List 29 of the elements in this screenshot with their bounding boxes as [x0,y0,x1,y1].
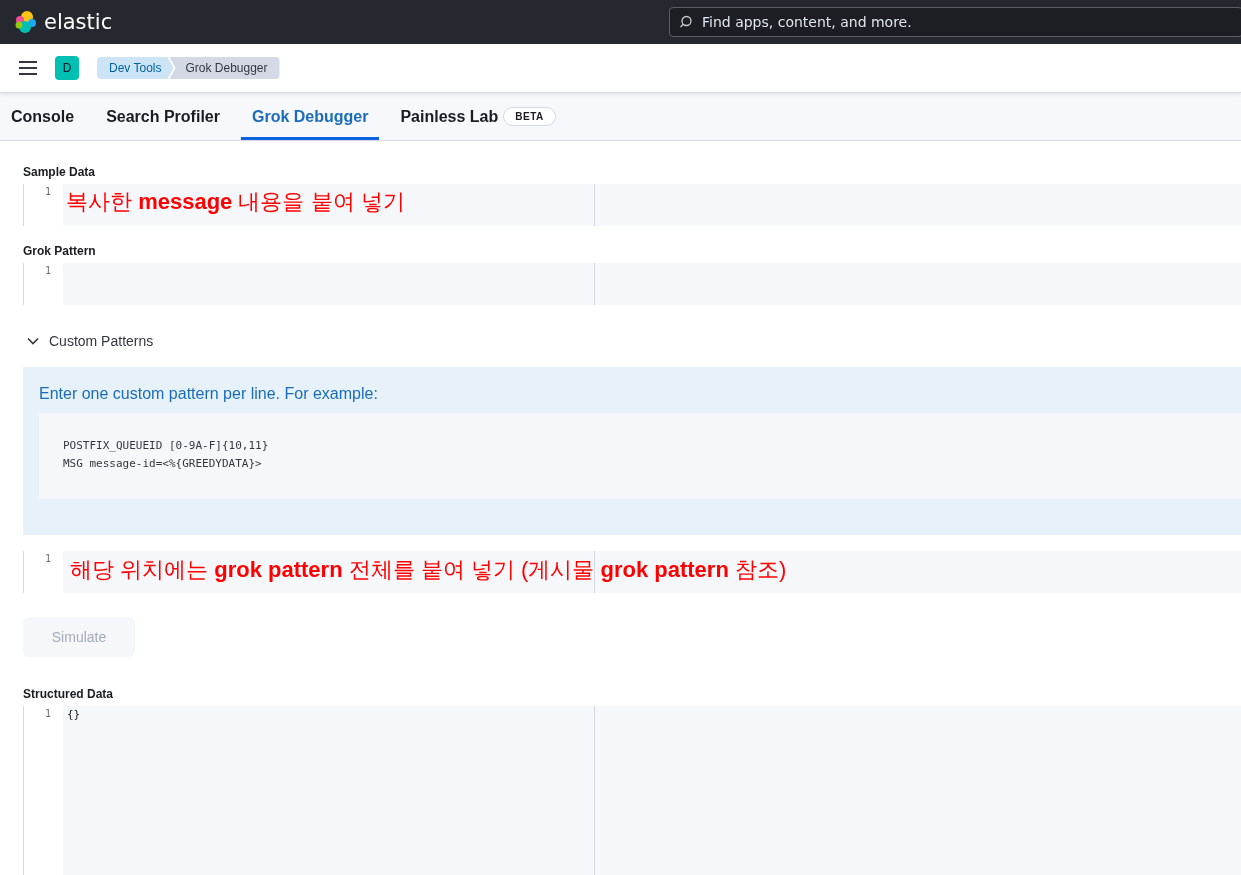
breadcrumb[interactable]: Dev Tools [97,57,174,79]
code-line: MSG message-id=<%{GREEDYDATA}> [63,456,263,472]
search-field[interactable]: Find apps, content, and more. [669,7,1241,37]
beta-badge: BETA [503,107,556,126]
line-number: 1 [44,553,51,564]
code-editor[interactable]: 복사한 message 내용을 붙여 넣기 [63,184,1241,226]
code-text: {} [67,708,81,721]
annotation-text: 복사한 message 내용을 붙여 넣기 [66,189,405,216]
tab[interactable]: Console [0,93,86,140]
help-text: Enter one custom pattern per line. For example: [39,385,379,403]
tab[interactable]: Grok Debugger [240,93,380,140]
chevron-icon [27,337,39,345]
line-number: 1 [44,265,51,276]
tab[interactable]: Painless Lab BETA [389,93,567,140]
menu-icon[interactable] [19,61,37,75]
line-number: 1 [44,186,51,197]
tab[interactable]: Search Profiler [95,93,231,140]
brand-name: elastic [44,10,113,34]
logo-icon [14,10,38,34]
line-number: 1 [44,708,51,719]
space-avatar[interactable]: D [55,56,79,80]
accordion-toggle[interactable]: Custom Patterns [27,333,154,349]
annotation-text: 해당 위치에는 grok pattern 전체를 붙여 넣기 (게시물 grok pattern 참조) [70,557,787,584]
breadcrumb[interactable]: Grok Debugger [169,57,280,79]
field-label: Grok Pattern [23,244,97,258]
field-label: Sample Data [23,165,97,179]
field-label: Structured Data [23,687,115,701]
code-editor[interactable]: 해당 위치에는 grok pattern 전체를 붙여 넣기 (게시물 grok pattern 참조) [63,551,1241,593]
code-line: POSTFIX_QUEUEID [0-9A-F]{10,11} [63,438,270,454]
